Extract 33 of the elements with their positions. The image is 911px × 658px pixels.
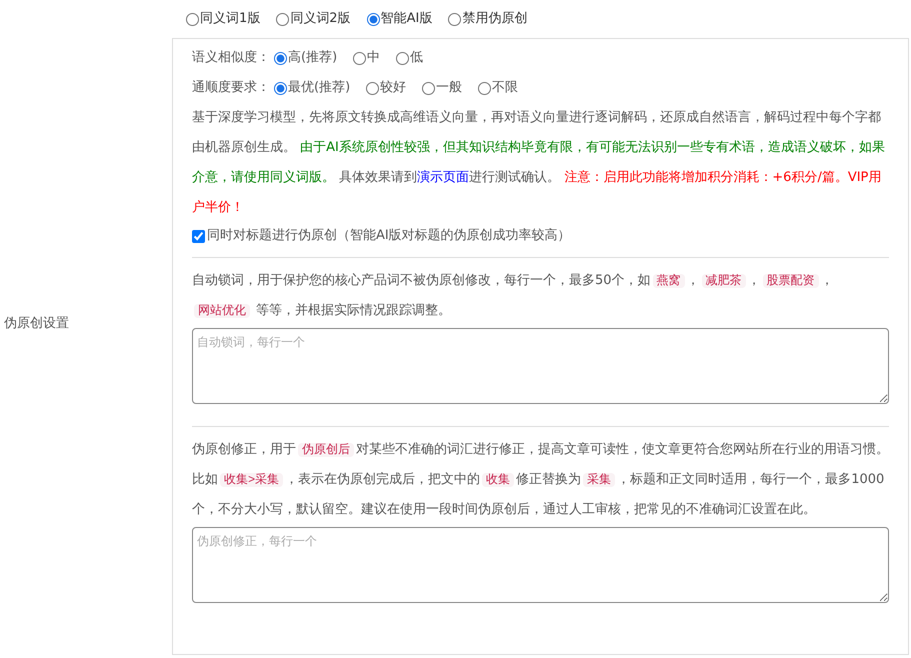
radio-button[interactable] (396, 52, 410, 64)
option-label: 不限 (492, 79, 518, 98)
option-label: 禁用伪原创 (462, 10, 528, 28)
radio-button[interactable] (276, 12, 290, 26)
radio-button[interactable] (353, 52, 366, 64)
lock-words-field[interactable]: 自动锁词，每行一个 (192, 328, 889, 404)
option-label: 高(推荐) (288, 49, 338, 68)
option-label: 同义词1版 (200, 10, 260, 28)
checkbox[interactable] (192, 230, 205, 242)
description-text: 伪原创修正，用于 伪原创后 对某些不准确的词汇进行修正，提高文章可读性，使文章更符合您网站所在行业的用语习惯。比如 收集>采集 ，表示在伪原创完成后，把文中的 收集 修正替换为 采集 ，标题和正文同时适用，每行一个，最多1000个，不分大小写，默认留空。建议在使用一段时间伪原创后，通过人工审核，把常见的不准确词汇设置在此。 (192, 441, 889, 519)
radio-button[interactable] (186, 12, 199, 26)
correction-field[interactable]: 伪原创修正，每行一个 (192, 527, 889, 603)
description-text: 自动锁词，用于保护您的核心产品词不被伪原创修改，每行一个，最多50个，如 燕窝 ， 减肥茶 ， 股票配资 ， 网站优化 等等，并根据实际情况跟踪调整。 (192, 272, 835, 320)
option-label: 一般 (436, 79, 462, 98)
demo-link[interactable]: 演示页面 (417, 170, 470, 185)
option-label: 最优(推荐) (288, 79, 350, 98)
radio-button[interactable] (478, 82, 492, 94)
description-text: 基于深度学习模型，先将原文转换成高维语义向量，再对语义向量进行逐词解码，还原成自然语言，解码过程中每个字都由机器原创生成。 由于AI系统原创性较强，但其知识结构毕竟有限，有可能无法识别一些专有术语，造成语义破坏，如果介意，请使用同义词版。 具体效果请到演示页面进行测试确认。 注意：启用此功能将增加积分消耗：+6积分/篇。VIP用户半价！ (192, 109, 886, 217)
radio-button[interactable] (422, 82, 436, 94)
field-label: 伪原创设置 (3, 315, 70, 333)
checkbox-label: 同时对标题进行伪原创（智能AI版对标题的伪原创成功率较高） (207, 227, 571, 246)
option-label: 较好 (380, 79, 406, 98)
fluency-label: 通顺度要求： (192, 79, 270, 98)
option-label: 低 (410, 49, 424, 68)
radio-button[interactable] (274, 52, 287, 64)
option-label: 同义词2版 (290, 10, 351, 28)
radio-button[interactable] (366, 12, 380, 26)
similarity-label: 语义相似度： (192, 49, 270, 68)
option-label: 智能AI版 (380, 10, 432, 28)
radio-button[interactable] (448, 12, 462, 26)
radio-button[interactable] (274, 82, 287, 94)
option-label: 中 (367, 49, 380, 68)
radio-button[interactable] (366, 82, 380, 94)
